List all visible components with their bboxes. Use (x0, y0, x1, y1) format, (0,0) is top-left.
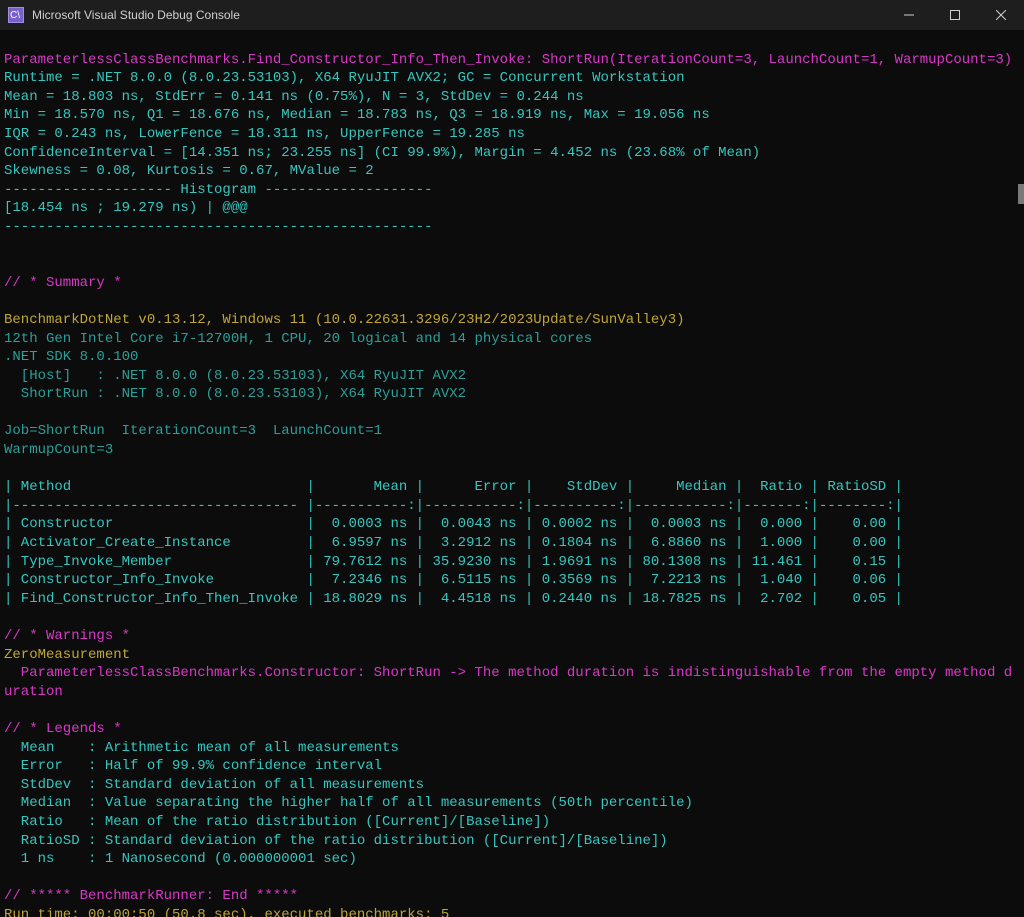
job-line-1: Job=ShortRun IterationCount=3 LaunchCoun… (4, 423, 382, 439)
legend-error: Error : Half of 99.9% confidence interva… (4, 758, 382, 774)
benchmark-header: ParameterlessClassBenchmarks.Find_Constr… (4, 52, 1012, 68)
env-line-3: .NET SDK 8.0.100 (4, 349, 138, 365)
close-button[interactable] (978, 0, 1024, 30)
table-row: | Activator_Create_Instance | 6.9597 ns … (4, 535, 903, 551)
stat-runtime: Runtime = .NET 8.0.0 (8.0.23.53103), X64… (4, 70, 685, 86)
histogram-row: [18.454 ns ; 19.279 ns) | @@@ (4, 200, 248, 216)
app-icon (8, 7, 24, 23)
legends-header: // * Legends * (4, 721, 122, 737)
legend-ratio: Ratio : Mean of the ratio distribution (… (4, 814, 550, 830)
warning-message-cont: uration (4, 684, 63, 700)
console-output[interactable]: ParameterlessClassBenchmarks.Find_Constr… (0, 30, 1024, 917)
stat-iqr: IQR = 0.243 ns, LowerFence = 18.311 ns, … (4, 126, 525, 142)
legend-ns: 1 ns : 1 Nanosecond (0.000000001 sec) (4, 851, 357, 867)
table-head: | Method | Mean | Error | StdDev | Media… (4, 479, 903, 495)
stat-ci: ConfidenceInterval = [14.351 ns; 23.255 … (4, 145, 760, 161)
table-row: | Constructor_Info_Invoke | 7.2346 ns | … (4, 572, 903, 588)
runner-end: // ***** BenchmarkRunner: End ***** (4, 888, 298, 904)
job-line-2: WarmupCount=3 (4, 442, 113, 458)
table-row: | Constructor | 0.0003 ns | 0.0043 ns | … (4, 516, 903, 532)
histogram-footer: ----------------------------------------… (4, 219, 432, 235)
summary-header: // * Summary * (4, 275, 122, 291)
table-row: | Type_Invoke_Member | 79.7612 ns | 35.9… (4, 554, 903, 570)
env-line-1: BenchmarkDotNet v0.13.12, Windows 11 (10… (4, 312, 685, 328)
stat-skew: Skewness = 0.08, Kurtosis = 0.67, MValue… (4, 163, 374, 179)
window-titlebar: Microsoft Visual Studio Debug Console (0, 0, 1024, 30)
minimize-button[interactable] (886, 0, 932, 30)
stat-mean: Mean = 18.803 ns, StdErr = 0.141 ns (0.7… (4, 89, 584, 105)
table-row: | Find_Constructor_Info_Then_Invoke | 18… (4, 591, 903, 607)
stat-quartiles: Min = 18.570 ns, Q1 = 18.676 ns, Median … (4, 107, 710, 123)
histogram-header: -------------------- Histogram ---------… (4, 182, 432, 198)
scrollbar-thumb[interactable] (1018, 184, 1024, 204)
legend-ratiosd: RatioSD : Standard deviation of the rati… (4, 833, 668, 849)
env-line-4: [Host] : .NET 8.0.0 (8.0.23.53103), X64 … (4, 368, 466, 384)
run-time: Run time: 00:00:50 (50.8 sec), executed … (4, 907, 449, 917)
table-separator: |---------------------------------- |---… (4, 498, 903, 514)
maximize-button[interactable] (932, 0, 978, 30)
warnings-category: ZeroMeasurement (4, 647, 130, 663)
warning-message: ParameterlessClassBenchmarks.Constructor… (4, 665, 1012, 681)
legend-mean: Mean : Arithmetic mean of all measuremen… (4, 740, 399, 756)
env-line-5: ShortRun : .NET 8.0.0 (8.0.23.53103), X6… (4, 386, 466, 402)
window-title: Microsoft Visual Studio Debug Console (32, 6, 240, 25)
warnings-header: // * Warnings * (4, 628, 130, 644)
env-line-2: 12th Gen Intel Core i7-12700H, 1 CPU, 20… (4, 331, 592, 347)
legend-stddev: StdDev : Standard deviation of all measu… (4, 777, 424, 793)
legend-median: Median : Value separating the higher hal… (4, 795, 693, 811)
